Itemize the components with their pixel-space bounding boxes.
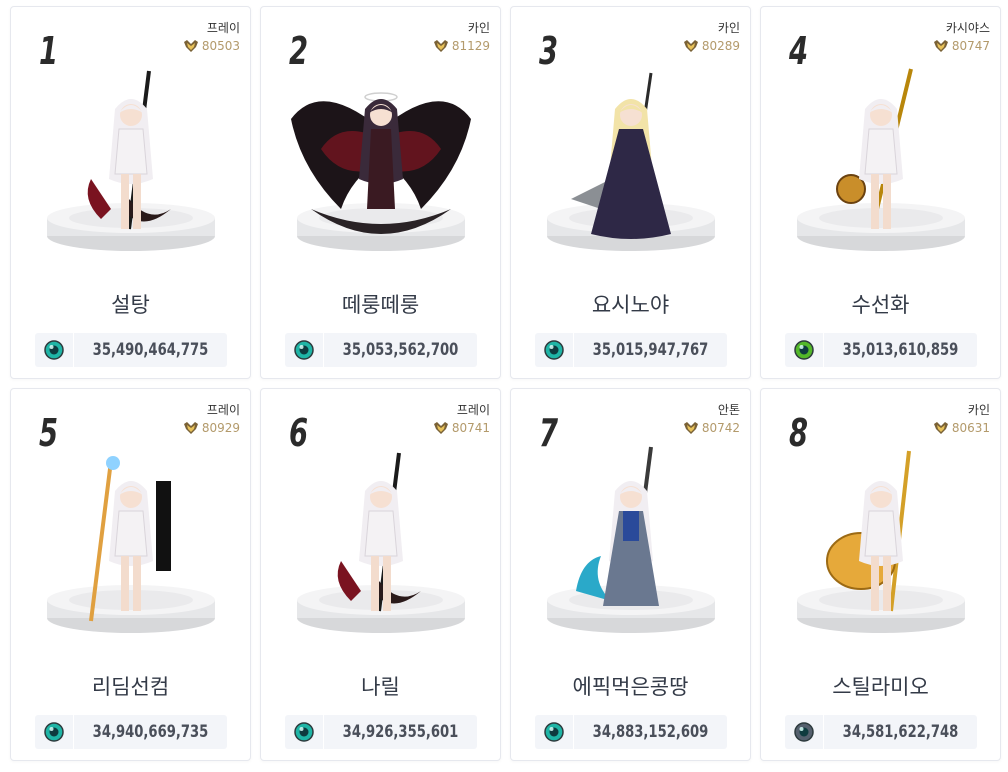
character-avatar xyxy=(290,92,471,234)
server-name: 카인 xyxy=(717,21,740,35)
server-name: 카시야스 xyxy=(945,21,990,35)
character-avatar xyxy=(825,450,911,612)
green-orb-icon xyxy=(794,340,814,360)
fame-score: 80631 xyxy=(933,421,990,435)
combat-power-value: 35,053,562,700 xyxy=(342,340,459,360)
combat-power-value: 34,581,622,748 xyxy=(842,722,959,742)
server-name: 안톤 xyxy=(717,403,740,417)
ranking-card[interactable]: 6 프레이 80741 나릴 34,926,355,601 xyxy=(260,388,501,761)
character-name[interactable]: 에픽먹은콩땅 xyxy=(511,671,750,701)
combat-power-value: 34,883,152,609 xyxy=(592,722,709,742)
character-avatar xyxy=(88,456,171,622)
character-name[interactable]: 나릴 xyxy=(261,671,500,701)
fame-score: 80289 xyxy=(683,39,740,53)
fame-medal-icon xyxy=(183,422,198,434)
ranking-card[interactable]: 1 프레이 80503 설탕 35,490,464,775 xyxy=(10,6,251,379)
character-avatar xyxy=(835,68,913,229)
fame-medal-icon xyxy=(433,40,448,52)
combat-power: 35,015,947,767 xyxy=(535,333,727,367)
combat-power: 35,013,610,859 xyxy=(785,333,977,367)
teal-orb-icon xyxy=(294,340,314,360)
combat-power-value: 34,940,669,735 xyxy=(92,722,209,742)
combat-power-value: 35,015,947,767 xyxy=(592,340,709,360)
combat-power: 34,883,152,609 xyxy=(535,715,727,749)
fame-score: 80741 xyxy=(433,421,490,435)
server-name: 프레이 xyxy=(206,21,240,35)
combat-power: 35,490,464,775 xyxy=(35,333,227,367)
fame-medal-icon xyxy=(433,422,448,434)
fame-value: 80929 xyxy=(201,421,240,435)
ranking-card[interactable]: 5 프레이 80929 리딤선컴 34,940,669,735 xyxy=(10,388,251,761)
character-avatar xyxy=(570,72,671,239)
ranking-card[interactable]: 7 안톤 80742 에픽먹은콩땅 34,883,152,609 xyxy=(510,388,751,761)
character-name[interactable]: 리딤선컴 xyxy=(11,671,250,701)
fame-value: 80741 xyxy=(451,421,490,435)
teal-orb-icon xyxy=(294,722,314,742)
fame-medal-icon xyxy=(683,422,698,434)
combat-power: 34,926,355,601 xyxy=(285,715,477,749)
fame-value: 80289 xyxy=(701,39,740,53)
combat-power: 35,053,562,700 xyxy=(285,333,477,367)
fame-value: 80631 xyxy=(951,421,990,435)
fame-score: 80742 xyxy=(683,421,740,435)
fame-medal-icon xyxy=(183,40,198,52)
fame-score: 81129 xyxy=(433,39,490,53)
fame-score: 80929 xyxy=(183,421,240,435)
fame-medal-icon xyxy=(683,40,698,52)
character-name[interactable]: 스틸라미오 xyxy=(761,671,1000,701)
ranking-card[interactable]: 3 카인 80289 요시노야 35,015,947,767 xyxy=(510,6,751,379)
combat-power-value: 35,013,610,859 xyxy=(842,340,959,360)
ranking-card[interactable]: 4 카시야스 80747 수선화 35,013,610,859 xyxy=(760,6,1001,379)
server-name: 프레이 xyxy=(456,403,490,417)
character-name[interactable]: 떼룽떼룽 xyxy=(261,289,500,319)
character-name[interactable]: 요시노야 xyxy=(511,289,750,319)
character-name[interactable]: 설탕 xyxy=(11,289,250,319)
server-name: 카인 xyxy=(467,21,490,35)
character-name[interactable]: 수선화 xyxy=(761,289,1000,319)
teal-orb-icon xyxy=(544,722,564,742)
fame-score: 80503 xyxy=(183,39,240,53)
combat-power-value: 35,490,464,775 xyxy=(92,340,209,360)
fame-medal-icon xyxy=(933,422,948,434)
fame-score: 80747 xyxy=(933,39,990,53)
fame-value: 81129 xyxy=(451,39,490,53)
ranking-grid: 1 프레이 80503 설탕 35,490,464,775 2 카인 81129… xyxy=(10,6,1001,761)
fame-value: 80742 xyxy=(701,421,740,435)
combat-power: 34,940,669,735 xyxy=(35,715,227,749)
fame-medal-icon xyxy=(933,40,948,52)
character-avatar xyxy=(337,452,421,612)
teal-orb-icon xyxy=(44,722,64,742)
character-avatar xyxy=(87,70,171,230)
teal-orb-icon xyxy=(544,340,564,360)
combat-power-value: 34,926,355,601 xyxy=(342,722,459,742)
server-name: 프레이 xyxy=(206,403,240,417)
ranking-card[interactable]: 2 카인 81129 떼룽떼룽 35,053,562,700 xyxy=(260,6,501,379)
combat-power: 34,581,622,748 xyxy=(785,715,977,749)
server-name: 카인 xyxy=(967,403,990,417)
fame-value: 80747 xyxy=(951,39,990,53)
character-avatar xyxy=(575,446,659,606)
teal-orb-icon xyxy=(44,340,64,360)
ranking-card[interactable]: 8 카인 80631 스틸라미오 34,581,622,748 xyxy=(760,388,1001,761)
dark-orb-icon xyxy=(794,722,814,742)
fame-value: 80503 xyxy=(201,39,240,53)
